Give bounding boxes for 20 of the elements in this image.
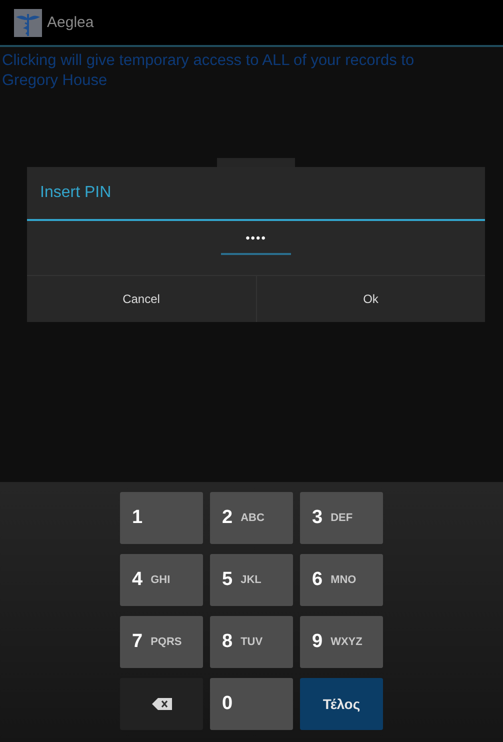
- digit-key[interactable]: 2 ABC: [210, 492, 293, 544]
- dialog-title: Insert PIN: [40, 184, 112, 202]
- digit-key[interactable]: 9 WXYZ: [300, 616, 383, 668]
- digit-key[interactable]: 4 GHI: [120, 554, 203, 606]
- pin-field[interactable]: ••••: [221, 231, 291, 255]
- backspace-icon: [152, 698, 172, 710]
- dialog-button[interactable]: Ok: [256, 276, 485, 322]
- digit-key[interactable]: 1: [120, 492, 203, 544]
- digit-key[interactable]: 5 JKL: [210, 554, 293, 606]
- backspace-key[interactable]: [120, 678, 203, 730]
- app-title: Aeglea: [47, 14, 94, 31]
- access-message: Clicking will give temporary access to ALL of your records to Gregory House: [1, 51, 416, 91]
- digit-key[interactable]: 8 TUV: [210, 616, 293, 668]
- digit-key[interactable]: 6 MNO: [300, 554, 383, 606]
- dialog-button[interactable]: Cancel: [27, 276, 256, 322]
- digit-key[interactable]: 3 DEF: [300, 492, 383, 544]
- digit-key[interactable]: 7 PQRS: [120, 616, 203, 668]
- caduceus-icon: [14, 8, 42, 36]
- digit-key[interactable]: 0: [210, 678, 293, 730]
- done-key[interactable]: Τέλος: [300, 678, 383, 730]
